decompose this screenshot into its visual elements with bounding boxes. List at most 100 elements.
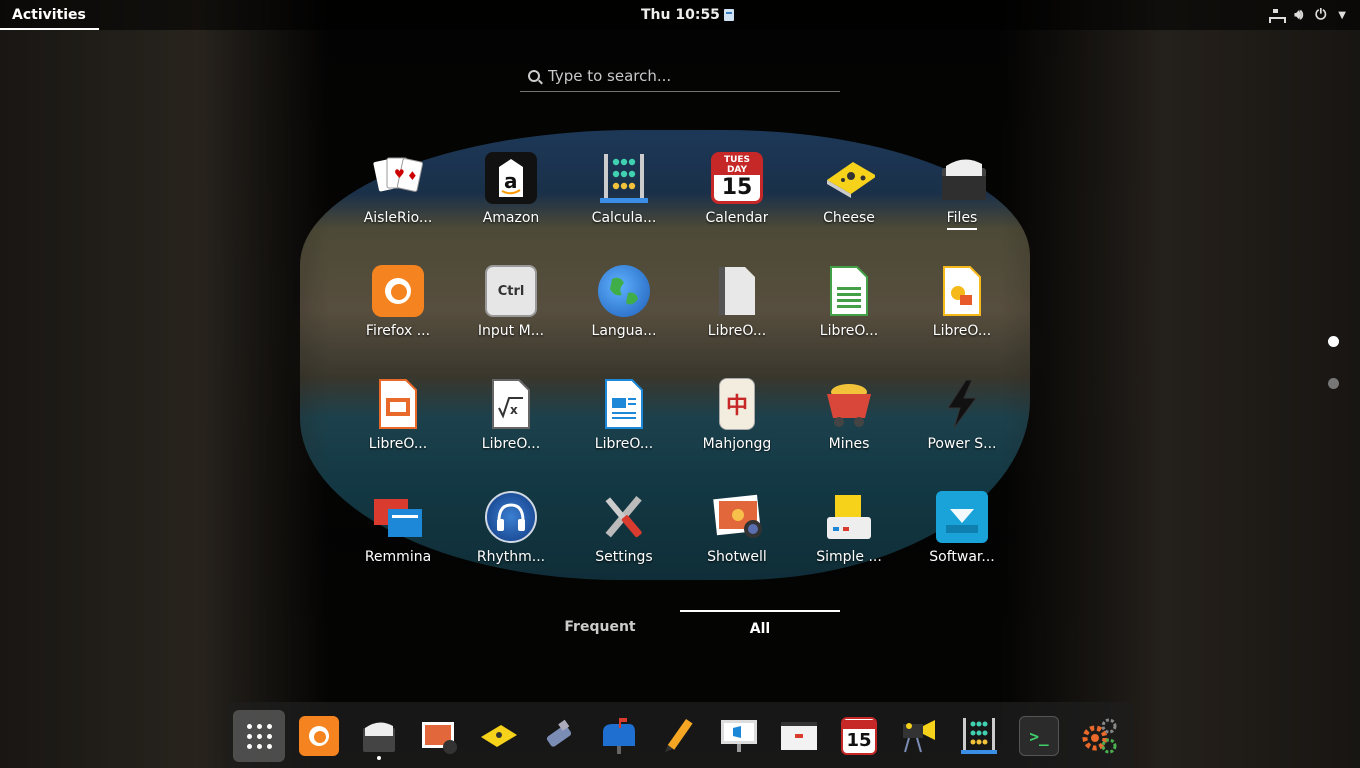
app-libreoffice-math[interactable]: x LibreO...: [461, 378, 561, 468]
system-tray[interactable]: 🔊︎ ⏻ ▼: [1269, 0, 1346, 30]
dock-terminal[interactable]: >_: [1013, 710, 1065, 762]
running-indicator: [377, 756, 381, 760]
app-amazon[interactable]: a Amazon: [461, 152, 561, 242]
app-label: Cheese: [823, 210, 875, 226]
dock: 15 >_: [227, 702, 1133, 768]
app-label: LibreO...: [707, 323, 767, 339]
app-files[interactable]: Files: [912, 152, 1012, 242]
calendar-icon: 15: [841, 717, 877, 755]
dock-impress[interactable]: [713, 710, 765, 762]
cards-icon: ♥ ♦: [372, 152, 424, 204]
calendar-day: TUES DAY: [714, 155, 760, 175]
top-bar: Activities Thu 10:55 🔊︎ ⏻ ▼: [0, 0, 1360, 30]
presentation-monitor-icon: [719, 716, 759, 756]
software-bag-icon: [936, 491, 988, 543]
calendar-icon: TUES DAY 15: [711, 152, 763, 204]
app-remmina[interactable]: Remmina: [348, 491, 448, 581]
app-label: LibreO...: [368, 436, 428, 452]
svg-text:♦: ♦: [407, 169, 418, 183]
search-bar[interactable]: [520, 60, 840, 92]
app-power-statistics[interactable]: Power S...: [912, 378, 1012, 468]
app-rhythmbox[interactable]: Rhythm...: [461, 491, 561, 581]
app-label: Settings: [595, 549, 653, 565]
app-mines[interactable]: Mines: [799, 378, 899, 468]
search-icon: [528, 69, 540, 82]
dock-text-editor[interactable]: [653, 710, 705, 762]
lightning-icon: [936, 378, 988, 430]
writer-icon: [598, 378, 650, 430]
mine-cart-icon: [823, 378, 875, 430]
app-calculator[interactable]: Calcula...: [574, 152, 674, 242]
app-firefox[interactable]: Firefox ...: [348, 265, 448, 355]
volume-icon[interactable]: 🔊︎: [1294, 7, 1303, 23]
dock-cheese[interactable]: [473, 710, 525, 762]
app-mahjongg[interactable]: 中 Mahjongg: [687, 378, 787, 468]
calendar-date: 15: [846, 729, 872, 751]
app-calendar[interactable]: TUES DAY 15 Calendar: [687, 152, 787, 242]
dock-card-app[interactable]: [773, 710, 825, 762]
app-settings[interactable]: Settings: [574, 491, 674, 581]
search-input[interactable]: [548, 66, 828, 85]
app-label: LibreO...: [481, 436, 541, 452]
app-language[interactable]: Langua...: [574, 265, 674, 355]
app-label: Files: [946, 210, 978, 230]
page-indicator-1[interactable]: [1328, 336, 1339, 347]
page-indicator-2[interactable]: [1328, 378, 1339, 389]
app-label: Softwar...: [929, 549, 995, 565]
tab-all[interactable]: All: [680, 610, 840, 640]
app-label: Rhythm...: [476, 549, 546, 565]
activities-button[interactable]: Activities: [0, 0, 99, 30]
svg-text:♥: ♥: [394, 167, 405, 181]
app-libreoffice-calc[interactable]: LibreO...: [799, 265, 899, 355]
app-aislerio[interactable]: ♥ ♦ AisleRio...: [348, 152, 448, 242]
app-input-method[interactable]: Ctrl Input M...: [461, 265, 561, 355]
dock-calculator[interactable]: [953, 710, 1005, 762]
ctrl-key-icon: Ctrl: [485, 265, 537, 317]
dock-shotwell[interactable]: [413, 710, 465, 762]
mailbox-icon: [599, 716, 639, 756]
app-label: Power S...: [927, 436, 997, 452]
globe-icon: [598, 265, 650, 317]
app-simple-scan[interactable]: Simple ...: [799, 491, 899, 581]
shotwell-icon: [419, 716, 459, 756]
app-cheese[interactable]: Cheese: [799, 152, 899, 242]
app-label: Calcula...: [591, 210, 657, 226]
dock-mail[interactable]: [593, 710, 645, 762]
app-label: AisleRio...: [363, 210, 433, 226]
abacus-icon: [598, 152, 650, 204]
calendar-date: 15: [721, 175, 753, 200]
dock-usb-creator[interactable]: [533, 710, 585, 762]
dock-calendar[interactable]: 15: [833, 710, 885, 762]
firefox-icon: [299, 716, 339, 756]
app-shotwell[interactable]: Shotwell: [687, 491, 787, 581]
app-libreoffice-impress[interactable]: LibreO...: [348, 378, 448, 468]
app-libreoffice[interactable]: LibreO...: [687, 265, 787, 355]
amazon-icon: a: [485, 152, 537, 204]
dock-video[interactable]: [893, 710, 945, 762]
app-label: Input M...: [477, 323, 545, 339]
svg-text:a: a: [504, 169, 518, 193]
show-apps-button[interactable]: [233, 710, 285, 762]
cheese-icon: [479, 716, 519, 756]
app-filter-tabs: Frequent All: [520, 610, 840, 640]
app-libreoffice-writer[interactable]: LibreO...: [574, 378, 674, 468]
show-apps-icon: [246, 723, 272, 749]
dock-system-tools[interactable]: [1073, 710, 1125, 762]
tab-frequent[interactable]: Frequent: [520, 610, 680, 640]
clock-button[interactable]: Thu 10:55: [641, 0, 734, 30]
usb-icon: [539, 716, 579, 756]
dock-files[interactable]: [353, 710, 405, 762]
notification-icon: [723, 9, 734, 21]
app-libreoffice-draw[interactable]: LibreO...: [912, 265, 1012, 355]
dock-firefox[interactable]: [293, 710, 345, 762]
network-icon[interactable]: [1269, 9, 1287, 23]
clock-label: Thu 10:55: [641, 7, 720, 23]
app-label: Langua...: [591, 323, 657, 339]
power-icon[interactable]: ⏻: [1315, 7, 1326, 23]
firefox-icon: [372, 265, 424, 317]
app-software[interactable]: Softwar...: [912, 491, 1012, 581]
photo-icon: [711, 491, 763, 543]
formula-icon: x: [485, 378, 537, 430]
chevron-down-icon[interactable]: ▼: [1338, 10, 1346, 21]
app-label: Mines: [828, 436, 870, 452]
